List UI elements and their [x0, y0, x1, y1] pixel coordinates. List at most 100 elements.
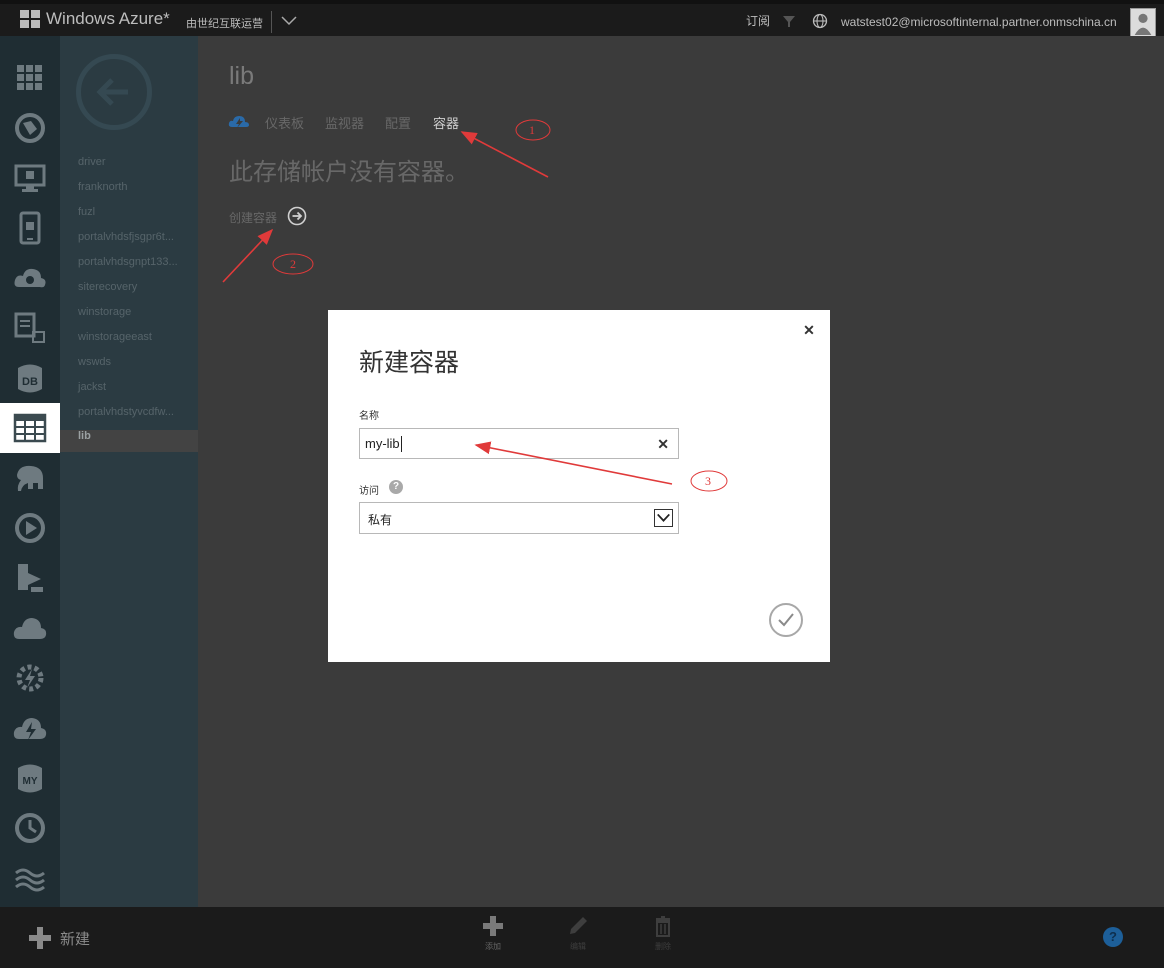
name-input[interactable] [360, 429, 648, 458]
database-icon: DB [18, 364, 42, 393]
annotation-number: 3 [705, 474, 711, 488]
new-container-dialog: ✕ 新建容器 名称 ✕ 访问 ? 私有 [328, 310, 830, 662]
back-button[interactable] [76, 54, 152, 130]
nav-scheduler[interactable] [0, 653, 60, 703]
nav-service-bus[interactable] [0, 703, 60, 753]
access-label: 访问 [359, 486, 379, 497]
nav-hdinsight[interactable] [0, 453, 60, 503]
tab-monitor[interactable]: 监视器 [325, 113, 364, 132]
tab-dashboard[interactable]: 仪表板 [265, 113, 304, 132]
list-item[interactable]: siterecovery [60, 281, 198, 303]
nav-sql-reporting[interactable] [0, 303, 60, 353]
list-item[interactable]: wswds [60, 356, 198, 378]
help-icon[interactable]: ? [1103, 927, 1123, 947]
storage-account-list: driver franknorth fuzl portalvhdsfjsgpr6… [60, 36, 198, 907]
page-title: lib [229, 62, 255, 90]
nav-cloud[interactable] [0, 603, 60, 653]
operator-label: 由世纪互联运营 [186, 17, 263, 30]
access-select[interactable]: 私有 [359, 502, 679, 534]
annotation-number: 2 [290, 257, 296, 271]
svg-text:DB: DB [22, 376, 38, 388]
list-item[interactable]: driver [60, 156, 198, 178]
add-label: 添加 [485, 942, 501, 951]
empty-state-message: 此存储帐户没有容器。 [229, 158, 469, 186]
plus-icon[interactable] [28, 926, 52, 950]
pencil-icon [570, 917, 587, 934]
nav-virtual-machines[interactable] [0, 153, 60, 203]
list-item[interactable]: winstorage [60, 306, 198, 328]
monitor-icon [14, 164, 46, 192]
create-container-link[interactable]: 创建容器 [229, 209, 277, 226]
globe-icon[interactable] [812, 13, 828, 29]
add-button[interactable]: 添加 [473, 915, 513, 952]
nav-import-export[interactable] [0, 553, 60, 603]
user-email[interactable]: watstest02@microsoftinternal.partner.onm… [841, 15, 1117, 29]
checkmark-icon [778, 613, 794, 627]
media-play-icon [15, 513, 45, 543]
import-export-icon [18, 564, 43, 592]
nav-settings[interactable] [0, 853, 60, 903]
avatar[interactable] [1130, 8, 1156, 38]
cloud-icon [13, 618, 47, 639]
windows-logo-icon [20, 10, 40, 28]
clear-icon[interactable]: ✕ [657, 436, 669, 453]
list-item[interactable]: fuzl [60, 206, 198, 228]
nav-mysql[interactable]: MY [0, 753, 60, 803]
mysql-icon: MY [18, 764, 42, 793]
new-button[interactable]: 新建 [60, 928, 90, 949]
filter-icon[interactable] [782, 14, 796, 28]
cloud-bolt-icon [13, 718, 47, 740]
close-icon[interactable]: ✕ [802, 323, 816, 337]
globe-icon [15, 113, 45, 143]
cloud-quickstart-icon[interactable] [228, 114, 250, 128]
confirm-button[interactable] [769, 603, 803, 637]
arrow-left-icon [96, 78, 128, 106]
divider [271, 11, 272, 33]
svg-text:MY: MY [23, 776, 38, 787]
nav-all-items[interactable] [0, 53, 60, 103]
plus-icon [483, 916, 503, 936]
nav-websites[interactable] [0, 103, 60, 153]
list-item[interactable]: franknorth [60, 181, 198, 203]
list-item[interactable]: jackst [60, 381, 198, 403]
settings-icon [15, 868, 45, 892]
list-item[interactable]: winstorageeast [60, 331, 198, 353]
trash-icon [656, 916, 670, 937]
subscriptions-link[interactable]: 订阅 [746, 12, 770, 29]
delete-button[interactable]: 删除 [643, 915, 683, 952]
mobile-icon [19, 211, 41, 245]
dialog-title: 新建容器 [359, 348, 460, 377]
list-item-selected[interactable]: lib [60, 430, 198, 452]
text-caret [401, 436, 402, 452]
command-bar: 新建 添加 编辑 删除 ? [0, 907, 1164, 968]
chevron-down-icon[interactable] [654, 509, 673, 527]
name-field[interactable]: ✕ [359, 428, 679, 459]
document-export-icon [14, 312, 45, 343]
tab-configure[interactable]: 配置 [385, 113, 411, 132]
nav-media-services[interactable] [0, 503, 60, 553]
app-title[interactable]: Windows Azure* [46, 9, 170, 29]
name-label: 名称 [359, 411, 379, 422]
access-selected-value: 私有 [368, 513, 393, 527]
nav-mobile-services[interactable] [0, 203, 60, 253]
gear-bolt-icon [16, 664, 44, 692]
edit-button[interactable]: 编辑 [558, 915, 598, 952]
arrow-right-circle-icon[interactable] [287, 206, 307, 226]
service-nav-rail: DB MY [0, 36, 60, 907]
list-item[interactable]: portalvhdsfjsgpr6t... [60, 231, 198, 253]
edit-label: 编辑 [570, 942, 586, 951]
help-circle-icon[interactable]: ? [389, 480, 403, 494]
grid-icon [17, 65, 42, 90]
list-item[interactable]: portalvhdsgnpt133... [60, 256, 198, 278]
chevron-down-icon[interactable] [280, 13, 298, 27]
nav-activity[interactable] [0, 803, 60, 853]
list-item[interactable]: portalvhdstyvcdfw... [60, 406, 198, 428]
nav-sql-databases[interactable]: DB [0, 353, 60, 403]
cloud-gear-icon [14, 268, 46, 288]
clock-icon [15, 813, 45, 843]
nav-storage[interactable] [0, 403, 60, 453]
nav-cloud-services[interactable] [0, 253, 60, 303]
top-bar: Windows Azure* 由世纪互联运营 订阅 watstest02@mic… [0, 0, 1164, 38]
table-icon [13, 413, 47, 443]
tab-containers[interactable]: 容器 [433, 113, 459, 132]
